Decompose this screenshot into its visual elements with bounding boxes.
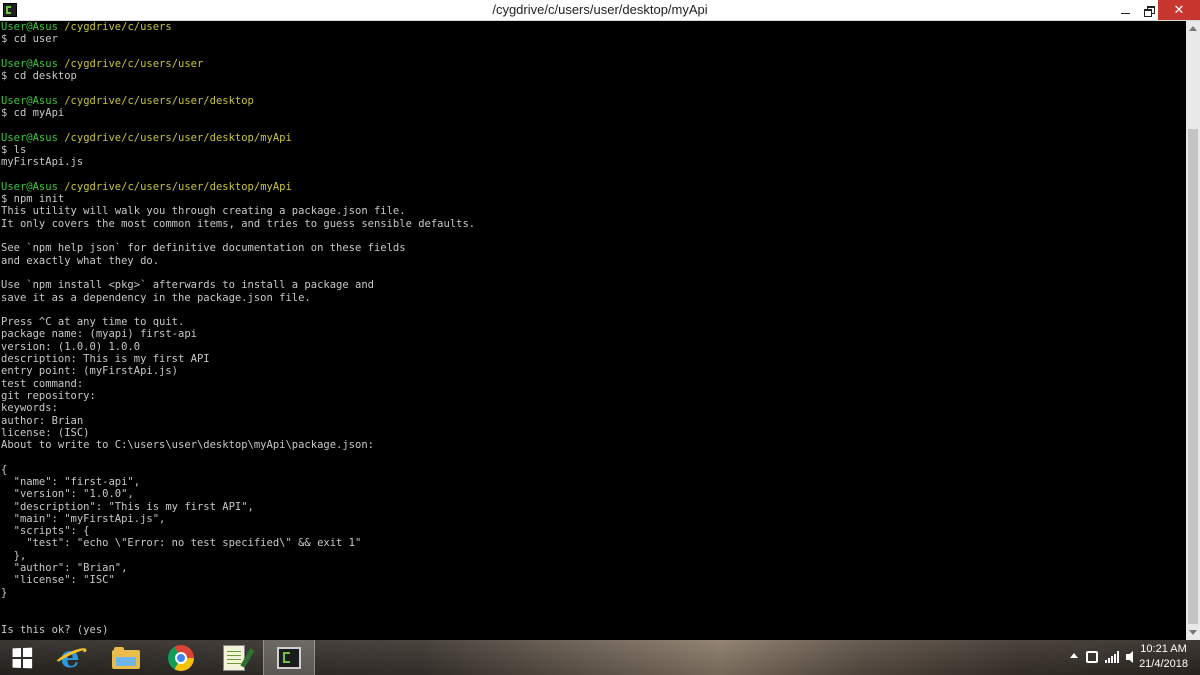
terminal-line: It only covers the most common items, an… xyxy=(1,217,476,230)
terminal-prompt-line: User@Asus /cygdrive/c/users/user/desktop… xyxy=(1,181,1186,193)
terminal-output[interactable]: User@Asus /cygdrive/c/users $ cd user User… xyxy=(0,21,1186,640)
terminal-line: Is this ok? (yes) xyxy=(1,623,109,636)
prompt-path: /cygdrive/c/users/user/desktop xyxy=(64,94,254,107)
terminal-prompt-line: User@Asus /cygdrive/c/users/user/desktop… xyxy=(1,132,1186,144)
terminal-line: myFirstApi.js xyxy=(1,156,84,169)
prompt-user: User@Asus xyxy=(1,180,58,193)
scroll-up-arrow-icon[interactable] xyxy=(1189,26,1197,31)
window-title: /cygdrive/c/users/user/desktop/myApi xyxy=(492,2,708,17)
minimize-icon xyxy=(1120,12,1130,14)
folder-icon xyxy=(112,646,140,669)
terminal-line: "version": "1.0.0", xyxy=(1,488,134,501)
terminal-line: { xyxy=(1,463,8,476)
clock-time: 10:21 AM xyxy=(1140,643,1187,655)
terminal-line: Use `npm install <pkg>` afterwards to in… xyxy=(1,279,374,292)
terminal-text: User@Asus /cygdrive/c/users $ cd user User… xyxy=(0,21,1186,636)
windows-logo-icon xyxy=(12,647,33,668)
volume-icon[interactable] xyxy=(1126,651,1133,663)
terminal-line: author: Brian xyxy=(1,414,84,427)
terminal-line: and exactly what they do. xyxy=(1,254,160,267)
terminal-line: This utility will walk you through creat… xyxy=(1,205,406,218)
cygwin-button[interactable] xyxy=(263,640,315,675)
clock[interactable]: 10:21 AM 21/4/2018 xyxy=(1139,642,1188,672)
prompt-user: User@Asus xyxy=(1,94,58,107)
scroll-down-arrow-icon[interactable] xyxy=(1189,630,1197,635)
chrome-icon xyxy=(168,644,194,671)
start-button[interactable] xyxy=(0,640,44,675)
prompt-user: User@Asus xyxy=(1,57,58,70)
prompt-user: User@Asus xyxy=(1,131,58,144)
scrollbar-thumb[interactable] xyxy=(1188,129,1198,624)
title-bar: /cygdrive/c/users/user/desktop/myApi ✕ xyxy=(0,0,1200,21)
terminal-line: "main": "myFirstApi.js", xyxy=(1,512,166,525)
terminal-line: }, xyxy=(1,549,27,562)
terminal-line: "test": "echo \"Error: no test specified… xyxy=(1,537,362,550)
terminal-line: save it as a dependency in the package.j… xyxy=(1,291,311,304)
taskbar: e 10:21 AM 21/4/2018 xyxy=(0,640,1200,675)
terminal-line: "license": "ISC" xyxy=(1,574,115,587)
terminal-line: } xyxy=(1,586,8,599)
internet-explorer-icon: e xyxy=(60,639,80,675)
restore-icon xyxy=(1144,5,1155,17)
terminal-line: entry point: (myFirstApi.js) xyxy=(1,365,179,378)
terminal-line: $ ls xyxy=(1,143,27,156)
terminal-line: git repository: xyxy=(1,389,96,402)
signal-strength-icon[interactable] xyxy=(1105,651,1119,663)
terminal-line: "scripts": { xyxy=(1,525,90,538)
prompt-path: /cygdrive/c/users/user/desktop/myApi xyxy=(64,131,292,144)
terminal-line: description: This is my first API xyxy=(1,353,210,366)
chrome-button[interactable] xyxy=(155,640,207,675)
terminal-line: keywords: xyxy=(1,402,58,415)
prompt-path: /cygdrive/c/users/user/desktop/myApi xyxy=(64,180,292,193)
terminal-line: version: (1.0.0) 1.0.0 xyxy=(1,340,141,353)
internet-explorer-button[interactable]: e xyxy=(44,640,96,675)
terminal-line: test command: xyxy=(1,377,84,390)
terminal-line: $ npm init xyxy=(1,193,65,206)
terminal-prompt-line: User@Asus /cygdrive/c/users/user/desktop xyxy=(1,95,1186,107)
terminal-line: $ cd user xyxy=(1,33,58,46)
terminal-line: "name": "first-api", xyxy=(1,475,141,488)
file-explorer-button[interactable] xyxy=(100,640,152,675)
terminal-line: license: (ISC) xyxy=(1,426,90,439)
clock-date: 21/4/2018 xyxy=(1139,658,1188,670)
terminal-line: See `npm help json` for definitive docum… xyxy=(1,242,406,255)
terminal-line: "description": "This is my first API", xyxy=(1,500,254,513)
close-icon: ✕ xyxy=(1173,2,1185,18)
terminal-line: Press ^C at any time to quit. xyxy=(1,316,185,329)
prompt-path: /cygdrive/c/users xyxy=(64,21,172,33)
terminal-line: package name: (myapi) first-api xyxy=(1,328,197,341)
terminal-prompt-line: User@Asus /cygdrive/c/users xyxy=(1,21,1186,33)
terminal-line: "author": "Brian", xyxy=(1,562,128,575)
terminal-line: $ cd myApi xyxy=(1,107,65,120)
notepad-plus-button[interactable] xyxy=(208,640,260,675)
show-hidden-icons-icon[interactable] xyxy=(1070,653,1078,658)
system-tray: 10:21 AM 21/4/2018 xyxy=(1060,640,1200,675)
terminal-line: About to write to C:\users\user\desktop\… xyxy=(1,439,374,452)
cygwin-terminal-icon xyxy=(277,646,301,669)
network-tray-icon[interactable] xyxy=(1086,651,1098,663)
close-button[interactable]: ✕ xyxy=(1158,0,1200,20)
prompt-user: User@Asus xyxy=(1,21,58,33)
vertical-scrollbar[interactable] xyxy=(1186,21,1200,640)
prompt-path: /cygdrive/c/users/user xyxy=(64,57,204,70)
notepad-icon xyxy=(223,644,245,671)
terminal-line: $ cd desktop xyxy=(1,70,77,83)
terminal-prompt-line: User@Asus /cygdrive/c/users/user xyxy=(1,58,1186,70)
